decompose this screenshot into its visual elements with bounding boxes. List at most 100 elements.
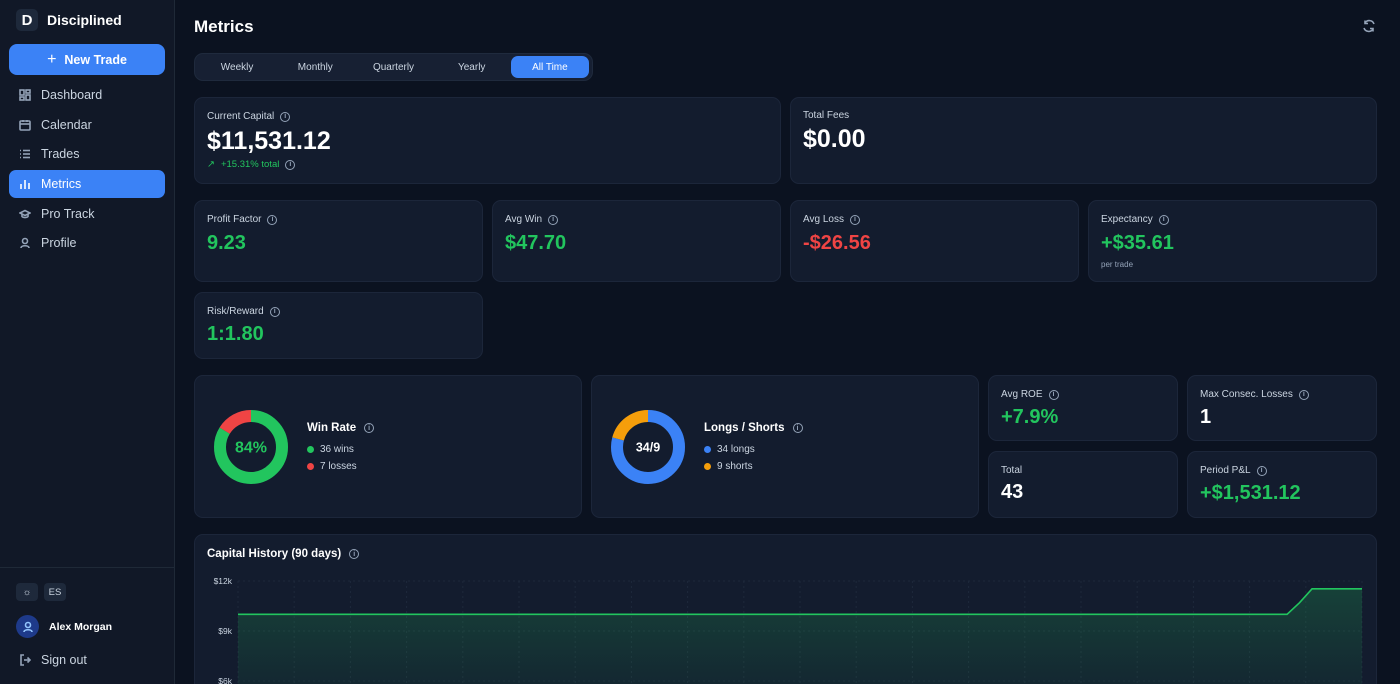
sidebar-toggles: ☼ ES bbox=[16, 583, 66, 601]
sidebar-item-profile[interactable]: Profile bbox=[9, 229, 165, 257]
capital-change-value: +15.31% total bbox=[220, 159, 280, 170]
info-icon[interactable]: i bbox=[285, 159, 296, 170]
avg-roe-value: +7.9% bbox=[1001, 406, 1059, 428]
card-label: Avg ROE i bbox=[1001, 389, 1059, 400]
period-pnl-card: Period P&L i +$1,531.12 bbox=[1187, 451, 1377, 518]
legend-item: 34 longs bbox=[704, 441, 755, 458]
period-yearly[interactable]: Yearly bbox=[433, 56, 511, 78]
capital-history-card: Capital History (90 days) i $12k $9k $6k bbox=[194, 534, 1377, 684]
max-consec-losses-label: Max Consec. Losses bbox=[1200, 389, 1293, 400]
brand[interactable]: D Disciplined bbox=[16, 9, 122, 31]
info-icon[interactable]: i bbox=[548, 214, 559, 225]
info-icon[interactable]: i bbox=[1158, 214, 1169, 225]
card-label: Current Capital i bbox=[207, 111, 291, 122]
calendar-icon bbox=[19, 119, 31, 131]
info-icon[interactable]: i bbox=[280, 111, 291, 122]
sidebar: D Disciplined + New Trade Dashboard Cale… bbox=[0, 0, 175, 684]
shorts-label: 9 shorts bbox=[717, 461, 753, 472]
sign-out-button[interactable]: Sign out bbox=[19, 653, 87, 667]
sidebar-item-label: Trades bbox=[41, 147, 80, 162]
wins-label: 36 wins bbox=[320, 444, 354, 455]
bar-chart-icon bbox=[20, 180, 30, 190]
sidebar-item-dashboard[interactable]: Dashboard bbox=[9, 81, 165, 109]
dashboard-icon bbox=[19, 89, 31, 101]
avg-loss-label: Avg Loss bbox=[803, 214, 844, 225]
total-value: 43 bbox=[1001, 481, 1024, 503]
win-rate-title-row: Win Rate i bbox=[307, 422, 375, 434]
info-icon[interactable]: i bbox=[849, 214, 860, 225]
info-icon[interactable]: i bbox=[364, 423, 375, 433]
card-label: Max Consec. Losses i bbox=[1200, 389, 1309, 400]
current-capital-value: $11,531.12 bbox=[207, 127, 331, 155]
longs-shorts-legend: 34 longs 9 shorts bbox=[704, 441, 755, 475]
avg-loss-card: Avg Loss i -$26.56 bbox=[790, 200, 1079, 282]
win-rate-donut: 84% bbox=[214, 410, 288, 484]
max-consec-losses-value: 1 bbox=[1200, 406, 1212, 428]
user-name: Alex Morgan bbox=[49, 620, 113, 633]
sidebar-item-label: Dashboard bbox=[41, 88, 103, 102]
period-weekly[interactable]: Weekly bbox=[198, 56, 276, 78]
brand-logo: D bbox=[16, 9, 38, 31]
period-selector: Weekly Monthly Quarterly Yearly All Time bbox=[194, 53, 593, 81]
sidebar-item-calendar[interactable]: Calendar bbox=[9, 111, 165, 139]
total-fees-card: Total Fees $0.00 bbox=[790, 97, 1377, 184]
avg-win-label: Avg Win bbox=[505, 214, 543, 225]
longs-shorts-title: Longs / Shorts bbox=[704, 422, 785, 434]
period-quarterly[interactable]: Quarterly bbox=[354, 56, 432, 78]
sidebar-item-label: Profile bbox=[41, 236, 77, 251]
sidebar-item-pro-track[interactable]: Pro Track bbox=[9, 200, 165, 228]
info-icon[interactable]: i bbox=[1256, 465, 1267, 476]
info-icon[interactable]: i bbox=[269, 306, 280, 317]
sidebar-item-trades[interactable]: Trades bbox=[9, 140, 165, 168]
capital-area bbox=[238, 588, 1362, 684]
info-icon[interactable]: i bbox=[1048, 389, 1059, 400]
capital-change: ↗ +15.31% total i bbox=[207, 159, 296, 170]
expectancy-value: +$35.61 bbox=[1101, 232, 1174, 254]
legend-item: 7 losses bbox=[307, 458, 357, 475]
expectancy-label: Expectancy bbox=[1101, 214, 1153, 225]
profit-factor-label: Profit Factor bbox=[207, 214, 262, 225]
y-tick-label: $12k bbox=[214, 576, 233, 586]
card-label: Total bbox=[1001, 465, 1022, 476]
win-rate-title: Win Rate bbox=[307, 422, 357, 434]
risk-reward-card: Risk/Reward i 1:1.80 bbox=[194, 292, 483, 359]
win-rate-legend: 36 wins 7 losses bbox=[307, 441, 357, 475]
max-consec-losses-card: Max Consec. Losses i 1 bbox=[1187, 375, 1377, 441]
risk-reward-value: 1:1.80 bbox=[207, 323, 264, 345]
total-fees-label: Total Fees bbox=[803, 110, 850, 121]
refresh-button[interactable] bbox=[1362, 19, 1376, 33]
longs-shorts-title-row: Longs / Shorts i bbox=[704, 422, 803, 434]
avg-roe-label: Avg ROE bbox=[1001, 389, 1043, 400]
profit-factor-value: 9.23 bbox=[207, 232, 246, 254]
avg-roe-card: Avg ROE i +7.9% bbox=[988, 375, 1178, 441]
card-label: Total Fees bbox=[803, 110, 849, 121]
sidebar-item-label: Metrics bbox=[41, 177, 82, 192]
info-icon[interactable]: i bbox=[267, 214, 278, 225]
period-all-time[interactable]: All Time bbox=[510, 56, 590, 78]
avg-win-card: Avg Win i $47.70 bbox=[492, 200, 781, 282]
info-icon[interactable]: i bbox=[792, 423, 803, 433]
legend-item: 9 shorts bbox=[704, 458, 755, 475]
user-icon bbox=[22, 621, 33, 632]
page-title: Metrics bbox=[194, 17, 254, 36]
avg-loss-value: -$26.56 bbox=[803, 232, 871, 254]
info-icon[interactable]: i bbox=[1298, 389, 1309, 400]
profit-factor-card: Profit Factor i 9.23 bbox=[194, 200, 483, 282]
sidebar-footer: ☼ ES Alex Morgan Sign out bbox=[0, 567, 175, 667]
language-toggle[interactable]: ES bbox=[44, 583, 66, 601]
capital-history-chart: $12k $9k $6k bbox=[214, 576, 1363, 684]
win-rate-center: 84% bbox=[235, 440, 267, 457]
theme-toggle[interactable]: ☼ bbox=[16, 583, 38, 601]
user-profile[interactable]: Alex Morgan bbox=[16, 615, 112, 638]
sidebar-item-metrics[interactable]: Metrics bbox=[9, 170, 165, 199]
losses-label: 7 losses bbox=[320, 461, 357, 472]
period-monthly[interactable]: Monthly bbox=[276, 56, 354, 78]
period-pnl-value: +$1,531.12 bbox=[1200, 482, 1301, 504]
period-pnl-label: Period P&L bbox=[1200, 465, 1251, 476]
current-capital-label: Current Capital bbox=[207, 111, 275, 122]
card-label: Avg Win i bbox=[505, 214, 559, 225]
new-trade-button[interactable]: + New Trade bbox=[9, 44, 165, 75]
brand-name: Disciplined bbox=[47, 12, 122, 28]
sun-icon: ☼ bbox=[22, 586, 32, 598]
logout-icon bbox=[20, 654, 31, 666]
